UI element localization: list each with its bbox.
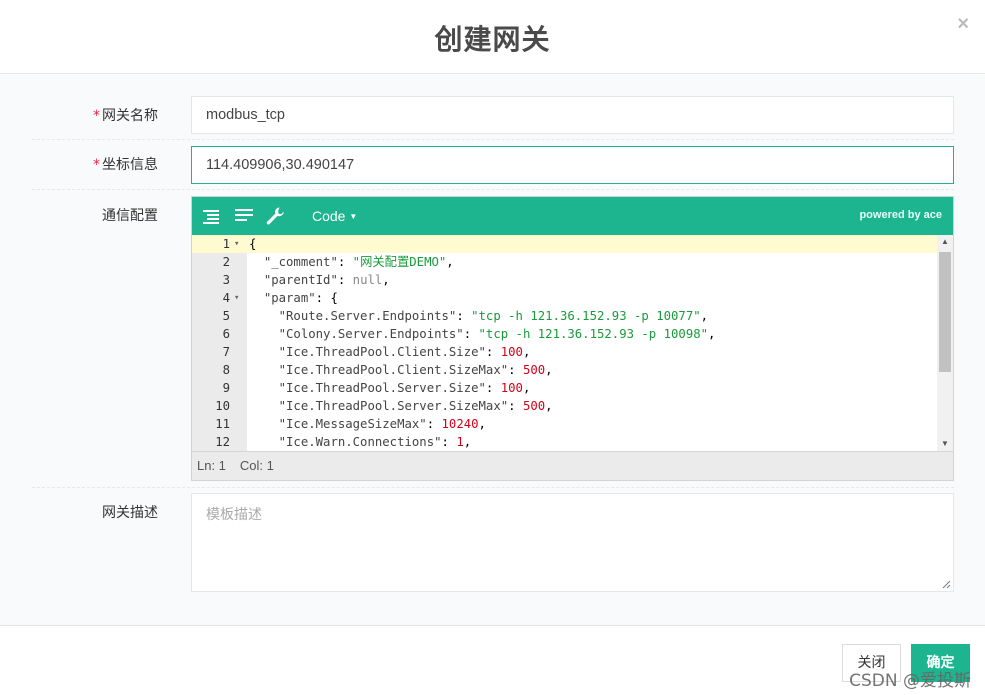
gateway-name-label: * 网关名称 xyxy=(32,105,158,125)
code-text: "Ice.Warn.Connections": 1, xyxy=(278,435,472,449)
line-number: 5 xyxy=(222,309,230,323)
code-text: "param": { xyxy=(263,291,338,305)
code-text: "Ice.ThreadPool.Server.SizeMax": 500, xyxy=(278,399,553,413)
line-number: 3 xyxy=(222,273,230,287)
line-number: 4 xyxy=(222,291,230,305)
fold-toggle-icon[interactable]: ▾ xyxy=(234,235,239,253)
vertical-scrollbar[interactable]: ▲ ▼ xyxy=(937,235,953,451)
gateway-name-label-text: 网关名称 xyxy=(102,108,158,124)
format-icon[interactable] xyxy=(201,206,221,226)
powered-by-ace-link[interactable]: powered by ace xyxy=(859,209,942,221)
code-line[interactable]: 3 "parentId": null, xyxy=(192,271,937,289)
coords-input[interactable]: 114.409906,30.490147 xyxy=(191,146,954,184)
code-text: "Ice.ThreadPool.Client.Size": 100, xyxy=(278,345,531,359)
code-text: { xyxy=(249,237,257,251)
compact-icon[interactable] xyxy=(234,206,254,226)
code-text: "Ice.ThreadPool.Client.SizeMax": 500, xyxy=(278,363,553,377)
gateway-name-input[interactable]: modbus_tcp xyxy=(191,96,954,134)
modal-header: 创建网关 × xyxy=(0,0,985,74)
code-line[interactable]: 4 ▾ "param": { xyxy=(192,289,937,307)
editor-toolbar: Code ▼ powered by ace xyxy=(192,197,953,235)
fold-toggle-icon[interactable]: ▾ xyxy=(234,289,239,307)
editor-status-bar: Ln: 1 Col: 1 xyxy=(192,451,953,480)
code-line[interactable]: 7 "Ice.ThreadPool.Client.Size": 100, xyxy=(192,343,937,361)
code-text: "Ice.ThreadPool.Server.Size": 100, xyxy=(278,381,531,395)
column-indicator: Col: 1 xyxy=(239,458,274,473)
row-divider xyxy=(32,189,954,190)
line-number: 9 xyxy=(222,381,230,395)
code-line[interactable]: 5 "Route.Server.Endpoints": "tcp -h 121.… xyxy=(192,307,937,325)
code-text: "Route.Server.Endpoints": "tcp -h 121.36… xyxy=(278,309,709,323)
scroll-down-icon[interactable]: ▼ xyxy=(937,437,953,451)
line-number: 8 xyxy=(222,363,230,377)
code-area[interactable]: 1 ▾{2 "_comment": "网关配置DEMO", 3 "parentId"… xyxy=(192,235,953,451)
modal-footer: 关闭 确定 xyxy=(0,625,985,695)
code-line[interactable]: 11 "Ice.MessageSizeMax": 10240, xyxy=(192,415,937,433)
desc-placeholder: 模板描述 xyxy=(206,507,262,523)
code-line[interactable]: 1 ▾ { xyxy=(192,235,937,253)
scroll-thumb[interactable] xyxy=(939,252,951,372)
code-text: "Ice.MessageSizeMax": 10240, xyxy=(278,417,486,431)
code-text: "Colony.Server.Endpoints": "tcp -h 121.3… xyxy=(278,327,716,341)
line-number: 7 xyxy=(222,345,230,359)
line-number: 11 xyxy=(215,417,230,431)
desc-textarea[interactable]: 模板描述 xyxy=(191,493,954,592)
modal-title: 创建网关 xyxy=(434,23,551,56)
csdn-watermark: CSDN @爱投斯 xyxy=(849,671,971,691)
line-number: 6 xyxy=(222,327,230,341)
chevron-down-icon: ▼ xyxy=(349,212,358,221)
line-number: 1 xyxy=(222,237,230,251)
close-icon[interactable]: × xyxy=(957,14,969,34)
code-line[interactable]: 6 "Colony.Server.Endpoints": "tcp -h 121… xyxy=(192,325,937,343)
line-number: 10 xyxy=(215,399,230,413)
config-label: 通信配置 xyxy=(102,208,158,224)
code-line[interactable]: 10 "Ice.ThreadPool.Server.SizeMax": 500, xyxy=(192,397,937,415)
scroll-up-icon[interactable]: ▲ xyxy=(937,235,953,249)
resize-grip-icon[interactable] xyxy=(941,579,951,589)
line-indicator: Ln: 1 xyxy=(197,458,226,473)
repair-icon[interactable] xyxy=(265,206,285,226)
coords-label-text: 坐标信息 xyxy=(102,157,158,173)
code-line[interactable]: 2 "_comment": "网关配置DEMO", xyxy=(192,253,937,271)
required-mark: * xyxy=(93,108,100,124)
code-text: "_comment": "网关配置DEMO", xyxy=(263,255,454,269)
code-text: "parentId": null, xyxy=(263,273,390,287)
row-divider xyxy=(32,487,954,488)
row-divider xyxy=(32,139,954,140)
mode-dropdown[interactable]: Code ▼ xyxy=(312,208,357,224)
line-number: 12 xyxy=(215,435,230,449)
desc-label: 网关描述 xyxy=(102,505,158,521)
code-line[interactable]: 8 "Ice.ThreadPool.Client.SizeMax": 500, xyxy=(192,361,937,379)
required-mark: * xyxy=(93,157,100,173)
line-number: 2 xyxy=(222,255,230,269)
coords-label: * 坐标信息 xyxy=(32,154,158,174)
code-line[interactable]: 9 "Ice.ThreadPool.Server.Size": 100, xyxy=(192,379,937,397)
mode-label: Code xyxy=(312,208,346,224)
json-editor[interactable]: Code ▼ powered by ace 1 ▾ {2 "_comment": "… xyxy=(191,196,954,481)
code-line[interactable]: 12 "Ice.Warn.Connections": 1, xyxy=(192,433,937,451)
